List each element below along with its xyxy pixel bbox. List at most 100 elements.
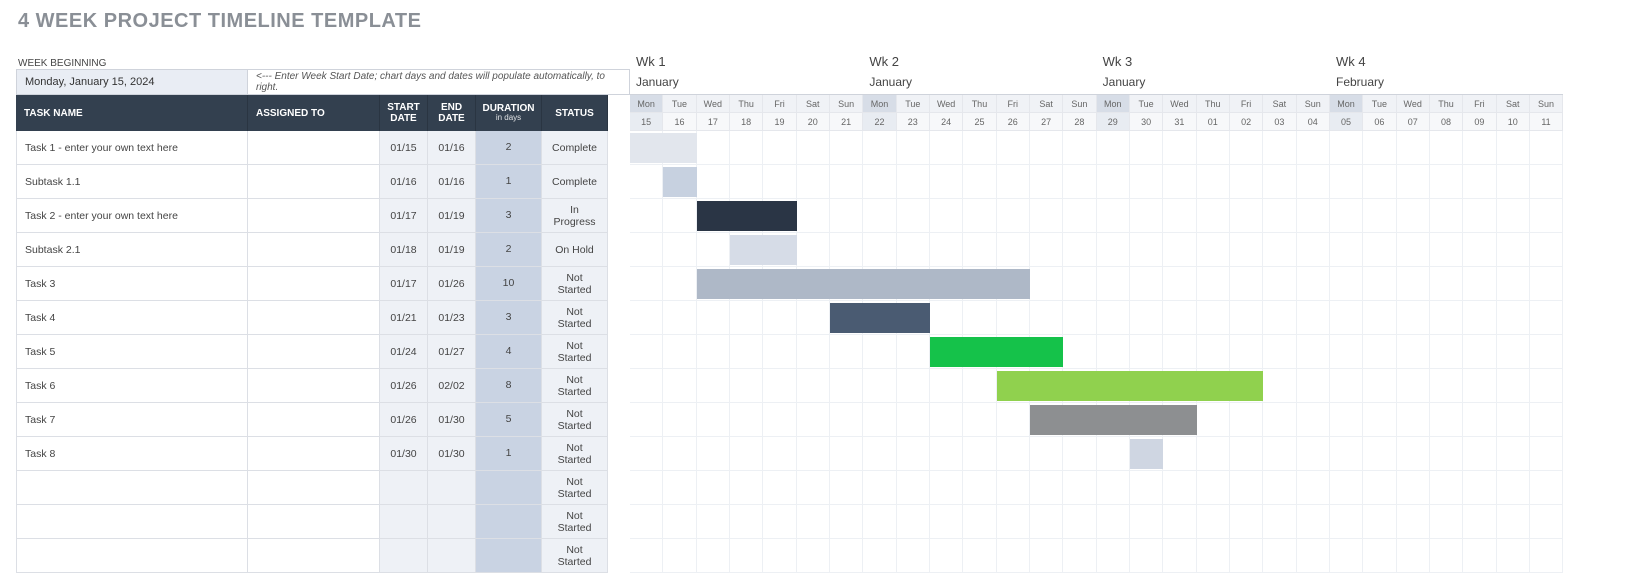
col-task-name: TASK NAME [16, 95, 248, 131]
start-date-cell[interactable]: 01/30 [380, 437, 428, 471]
assigned-cell[interactable] [248, 233, 380, 267]
date-cell: 03 [1263, 113, 1296, 131]
duration-cell[interactable]: 2 [476, 131, 542, 165]
duration-cell[interactable]: 4 [476, 335, 542, 369]
end-date-cell[interactable]: 01/16 [428, 165, 476, 199]
task-name-cell[interactable] [16, 539, 248, 573]
date-cell: 26 [997, 113, 1030, 131]
duration-cell[interactable]: 1 [476, 165, 542, 199]
assigned-cell[interactable] [248, 471, 380, 505]
week-beginning-input[interactable]: Monday, January 15, 2024 [16, 69, 248, 95]
end-date-cell[interactable]: 01/30 [428, 437, 476, 471]
status-cell[interactable]: Not Started [542, 471, 608, 505]
task-name-cell[interactable]: Subtask 1.1 [16, 165, 248, 199]
gantt-bar[interactable] [830, 303, 930, 333]
end-date-cell[interactable] [428, 539, 476, 573]
end-date-cell[interactable] [428, 471, 476, 505]
status-cell[interactable]: Not Started [542, 505, 608, 539]
duration-cell[interactable] [476, 505, 542, 539]
gantt-bar[interactable] [663, 167, 696, 197]
start-date-cell[interactable] [380, 505, 428, 539]
assigned-cell[interactable] [248, 403, 380, 437]
gantt-bar[interactable] [930, 337, 1063, 367]
gantt-bar[interactable] [630, 133, 697, 163]
task-name-cell[interactable]: Task 6 [16, 369, 248, 403]
status-cell[interactable]: On Hold [542, 233, 608, 267]
task-row: Not Started [16, 539, 630, 573]
start-date-cell[interactable]: 01/17 [380, 267, 428, 301]
gantt-row [630, 403, 1640, 437]
gantt-bar[interactable] [697, 269, 1030, 299]
dow-cell: Fri [1230, 95, 1263, 113]
duration-cell[interactable] [476, 539, 542, 573]
assigned-cell[interactable] [248, 539, 380, 573]
end-date-cell[interactable]: 01/19 [428, 199, 476, 233]
gantt-bar[interactable] [697, 201, 797, 231]
start-date-cell[interactable]: 01/17 [380, 199, 428, 233]
assigned-cell[interactable] [248, 369, 380, 403]
task-name-cell[interactable] [16, 471, 248, 505]
duration-cell[interactable]: 5 [476, 403, 542, 437]
start-date-cell[interactable]: 01/26 [380, 403, 428, 437]
gantt-bar[interactable] [1130, 439, 1163, 469]
end-date-cell[interactable]: 01/30 [428, 403, 476, 437]
col-assigned-to: ASSIGNED TO [248, 95, 380, 131]
assigned-cell[interactable] [248, 267, 380, 301]
end-date-cell[interactable] [428, 505, 476, 539]
assigned-cell[interactable] [248, 505, 380, 539]
task-row: Task 6 01/2602/028Not Started [16, 369, 630, 403]
task-row: Task 3 01/1701/2610Not Started [16, 267, 630, 301]
status-cell[interactable]: Not Started [542, 437, 608, 471]
end-date-cell[interactable]: 01/16 [428, 131, 476, 165]
duration-cell[interactable]: 2 [476, 233, 542, 267]
end-date-cell[interactable]: 01/23 [428, 301, 476, 335]
gantt-bar[interactable] [997, 371, 1264, 401]
task-name-cell[interactable]: Task 3 [16, 267, 248, 301]
start-date-cell[interactable]: 01/21 [380, 301, 428, 335]
end-date-cell[interactable]: 01/27 [428, 335, 476, 369]
assigned-cell[interactable] [248, 335, 380, 369]
status-cell[interactable]: Not Started [542, 539, 608, 573]
assigned-cell[interactable] [248, 437, 380, 471]
task-name-cell[interactable]: Task 7 [16, 403, 248, 437]
start-date-cell[interactable]: 01/16 [380, 165, 428, 199]
start-date-cell[interactable]: 01/18 [380, 233, 428, 267]
duration-cell[interactable]: 3 [476, 199, 542, 233]
status-cell[interactable]: Not Started [542, 403, 608, 437]
assigned-cell[interactable] [248, 131, 380, 165]
duration-cell[interactable]: 10 [476, 267, 542, 301]
end-date-cell[interactable]: 01/19 [428, 233, 476, 267]
start-date-cell[interactable]: 01/15 [380, 131, 428, 165]
task-name-cell[interactable]: Task 1 - enter your own text here [16, 131, 248, 165]
status-cell[interactable]: Complete [542, 131, 608, 165]
end-date-cell[interactable]: 01/26 [428, 267, 476, 301]
gantt-bar[interactable] [1030, 405, 1197, 435]
duration-cell[interactable] [476, 471, 542, 505]
assigned-cell[interactable] [248, 165, 380, 199]
assigned-cell[interactable] [248, 301, 380, 335]
start-date-cell[interactable] [380, 471, 428, 505]
task-name-cell[interactable]: Task 2 - enter your own text here [16, 199, 248, 233]
task-name-cell[interactable] [16, 505, 248, 539]
start-date-cell[interactable]: 01/24 [380, 335, 428, 369]
task-name-cell[interactable]: Task 4 [16, 301, 248, 335]
gantt-bar[interactable] [730, 235, 797, 265]
task-name-cell[interactable]: Subtask 2.1 [16, 233, 248, 267]
start-date-cell[interactable]: 01/26 [380, 369, 428, 403]
task-row: Not Started [16, 471, 630, 505]
end-date-cell[interactable]: 02/02 [428, 369, 476, 403]
status-cell[interactable]: In Progress [542, 199, 608, 233]
status-cell[interactable]: Not Started [542, 267, 608, 301]
start-date-cell[interactable] [380, 539, 428, 573]
duration-cell[interactable]: 3 [476, 301, 542, 335]
assigned-cell[interactable] [248, 199, 380, 233]
task-name-cell[interactable]: Task 8 [16, 437, 248, 471]
status-cell[interactable]: Not Started [542, 335, 608, 369]
status-cell[interactable]: Not Started [542, 369, 608, 403]
task-name-cell[interactable]: Task 5 [16, 335, 248, 369]
date-cell: 10 [1497, 113, 1530, 131]
duration-cell[interactable]: 8 [476, 369, 542, 403]
duration-cell[interactable]: 1 [476, 437, 542, 471]
status-cell[interactable]: Not Started [542, 301, 608, 335]
status-cell[interactable]: Complete [542, 165, 608, 199]
